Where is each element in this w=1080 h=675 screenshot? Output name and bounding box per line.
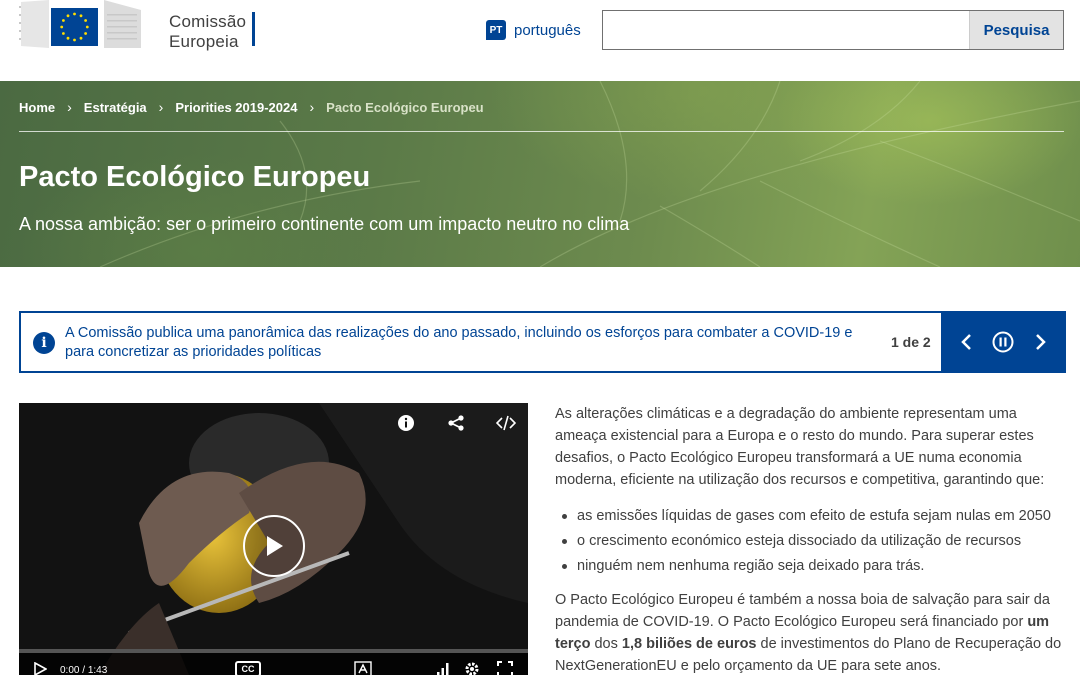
page-title: Pacto Ecológico Europeu (19, 161, 371, 193)
logo-divider (252, 12, 255, 46)
logo-line-1: Comissão (169, 12, 247, 31)
chevron-right-icon: › (309, 99, 315, 115)
chevron-right-icon (1035, 334, 1046, 350)
search-button[interactable]: Pesquisa (969, 11, 1063, 49)
embed-code-icon (496, 415, 516, 431)
video-time-current: 0:00 (60, 665, 80, 675)
audio-description-button[interactable] (353, 661, 373, 675)
next-button[interactable] (1025, 327, 1055, 357)
breadcrumb-home[interactable]: Home (19, 100, 55, 115)
video-time: 0:00 / 1:43 (60, 665, 107, 675)
share-icon (448, 415, 464, 431)
breadcrumb-strategy[interactable]: Estratégia (84, 100, 147, 115)
video-time-total: 1:43 (87, 665, 108, 675)
chevron-left-icon (961, 334, 972, 350)
video-info-button[interactable] (396, 413, 416, 433)
recovery-emphasis-2: 1,8 biliões de euros (621, 636, 757, 652)
notice-link[interactable]: A Comissão publica uma panorâmica das re… (65, 324, 875, 362)
language-label: português (514, 21, 581, 39)
play-button[interactable] (243, 515, 305, 577)
previous-button[interactable] (952, 327, 982, 357)
intro-paragraph: As alterações climáticas e a degradação … (555, 406, 1045, 488)
fullscreen-button[interactable] (495, 661, 515, 675)
hero-divider (19, 131, 1064, 132)
video-time-separator: / (82, 665, 86, 675)
carousel-controls (941, 311, 1066, 373)
video-settings-button[interactable] (462, 661, 482, 675)
captions-button[interactable]: CC (235, 661, 261, 675)
logo-wordmark: Comissão Europeia (169, 12, 246, 52)
info-icon (398, 415, 414, 431)
chevron-right-icon: › (67, 99, 72, 115)
video-play-control[interactable] (31, 661, 49, 675)
gear-icon (465, 662, 479, 675)
recovery-text-1: O Pacto Ecológico Europeu é também a nos… (555, 592, 1050, 630)
news-notice-carousel: i A Comissão publica uma panorâmica das … (19, 311, 1066, 373)
play-small-icon (34, 662, 47, 675)
list-item: o crescimento económico esteja dissociad… (555, 530, 1065, 552)
language-selector[interactable]: PT português (486, 19, 581, 41)
breadcrumb: Home › Estratégia › Priorities 2019-2024… (19, 99, 484, 115)
pause-icon (992, 331, 1014, 353)
site-header: Comissão Europeia PT português Pesquisa (0, 0, 1080, 81)
breadcrumb-current: Pacto Ecológico Europeu (326, 99, 484, 115)
notice-counter: 1 de 2 (891, 334, 931, 350)
fullscreen-icon (497, 661, 513, 675)
page-hero: Home › Estratégia › Priorities 2019-2024… (0, 81, 1080, 267)
pause-button[interactable] (988, 327, 1018, 357)
european-commission-logo[interactable]: Comissão Europeia (19, 0, 255, 51)
video-share-button[interactable] (446, 413, 466, 433)
video-progress-bar[interactable] (19, 649, 528, 653)
chevron-right-icon: › (158, 99, 164, 115)
list-item: as emissões líquidas de gases com efeito… (555, 505, 1065, 527)
volume-bars-icon (437, 663, 449, 675)
volume-button[interactable] (433, 661, 453, 675)
intro-content: As alterações climáticas e a degradação … (555, 403, 1065, 675)
video-player[interactable]: 0:00 / 1:43 CC (19, 403, 528, 675)
recovery-paragraph: O Pacto Ecológico Europeu é também a nos… (555, 589, 1065, 675)
translate-icon (354, 661, 372, 675)
logo-line-2: Europeia (169, 32, 239, 51)
video-toolbar (396, 413, 516, 433)
search-input[interactable] (603, 11, 969, 49)
recovery-text-2: dos (590, 636, 622, 652)
info-icon: i (33, 332, 55, 354)
eu-flag-logo-icon (19, 0, 141, 48)
play-icon (267, 536, 283, 556)
list-item: ninguém nem nenhuma região seja deixado … (555, 555, 1065, 577)
breadcrumb-priorities[interactable]: Priorities 2019-2024 (175, 100, 297, 115)
language-icon: PT (486, 20, 506, 40)
goals-list: as emissões líquidas de gases com efeito… (555, 505, 1065, 577)
search-bar: Pesquisa (602, 10, 1064, 50)
video-embed-button[interactable] (496, 413, 516, 433)
page-subtitle: A nossa ambição: ser o primeiro continen… (19, 214, 630, 234)
